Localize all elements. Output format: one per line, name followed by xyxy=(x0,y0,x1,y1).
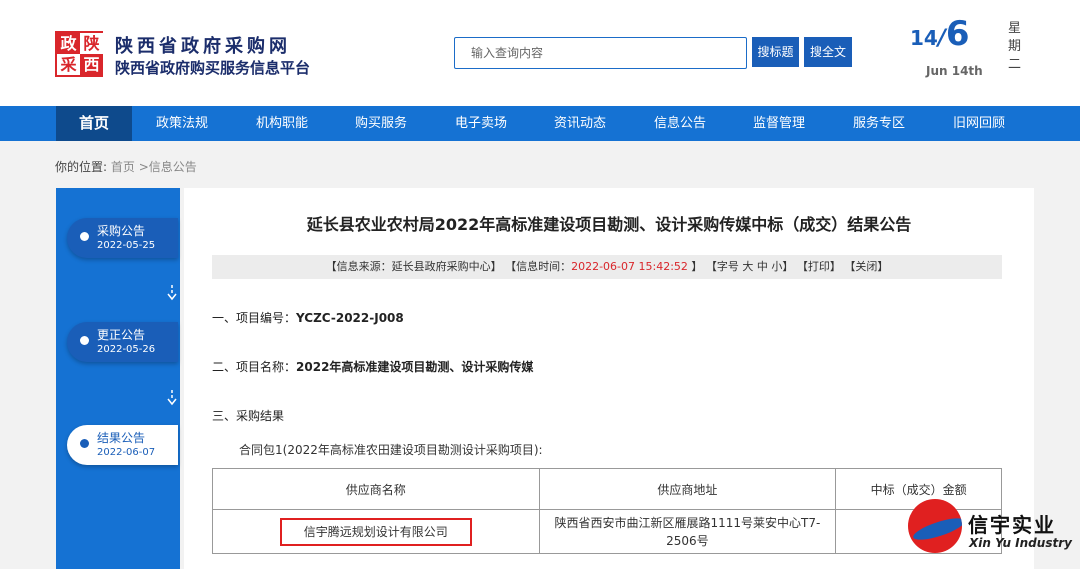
project-name-label: 二、项目名称： xyxy=(212,360,297,374)
logo-char: 陕 xyxy=(80,33,103,54)
arrow-down-icon xyxy=(167,285,177,301)
font-size-control[interactable]: 【字号 大 中 小】 xyxy=(706,260,794,273)
search-input[interactable] xyxy=(454,37,747,69)
nav-item-announcements[interactable]: 信息公告 xyxy=(641,106,719,141)
site-logo[interactable]: 政 陕 采 西 xyxy=(55,31,103,77)
breadcrumb-label: 你的位置: xyxy=(55,160,108,174)
nav-item-service-zone[interactable]: 服务专区 xyxy=(840,106,918,141)
dot-icon xyxy=(80,232,89,241)
supplier-address: 陕西省西安市曲江新区雁展路1111号莱安中心T7-2506号 xyxy=(538,509,837,554)
watermark-logo-icon xyxy=(908,499,962,553)
sidebar-item-procurement-notice[interactable]: 采购公告 2022-05-25 xyxy=(67,218,178,258)
column-header: 供应商名称 xyxy=(212,468,540,510)
meta-time-label: 【信息时间： xyxy=(505,260,572,273)
print-link[interactable]: 【打印】 xyxy=(797,260,841,273)
weekday: 星期二 xyxy=(1008,21,1022,72)
nav-item-agency[interactable]: 机构职能 xyxy=(243,106,321,141)
sidebar-item-label: 结果公告 xyxy=(97,431,146,445)
result-table: 供应商名称 供应商地址 中标（成交）金额 信宇腾远规划设计有限公司 陕西省西安市… xyxy=(212,468,1002,554)
sidebar-item-date: 2022-05-25 xyxy=(97,240,156,251)
site-title[interactable]: 陕西省政府采购网 xyxy=(115,32,291,58)
notice-sidebar: 采购公告 2022-05-25 更正公告 2022-05-26 结果公告 202… xyxy=(56,188,180,569)
watermark-text: 信宇实业 xyxy=(968,513,1056,537)
article-title: 延长县农业农村局2022年高标准建设项目勘测、设计采购传媒中标（成交）结果公告 xyxy=(306,215,912,234)
nav-item-news[interactable]: 资讯动态 xyxy=(541,106,619,141)
arrow-down-icon xyxy=(167,390,177,406)
date-display: 14/6 xyxy=(910,14,970,54)
meta-source: 【信息来源：延长县政府采购中心】 xyxy=(325,260,502,273)
nav-item-supervision[interactable]: 监督管理 xyxy=(740,106,818,141)
meta-time-value: 2022-06-07 15:42:52 xyxy=(571,260,688,273)
project-name-value: 2022年高标准建设项目勘测、设计采购传媒 xyxy=(296,360,534,374)
date-slash: / xyxy=(937,26,946,51)
table-row: 信宇腾远规划设计有限公司 陕西省西安市曲江新区雁展路1111号莱安中心T7-25… xyxy=(212,509,1002,554)
column-header: 供应商地址 xyxy=(538,468,837,510)
date-english: Jun 14th xyxy=(926,64,983,78)
sidebar-item-correction-notice[interactable]: 更正公告 2022-05-26 xyxy=(67,322,178,362)
site-subtitle: 陕西省政府购买服务信息平台 xyxy=(115,59,311,77)
project-number-value: YCZC-2022-J008 xyxy=(296,311,404,325)
logo-char: 采 xyxy=(57,54,80,75)
site-header: 政 陕 采 西 陕西省政府采购网 陕西省政府购买服务信息平台 搜标题 搜全文 1… xyxy=(0,0,1080,106)
logo-char: 政 xyxy=(57,33,80,54)
breadcrumb: 你的位置: 首页 >信息公告 xyxy=(55,158,197,175)
project-number-label: 一、项目编号： xyxy=(212,311,297,325)
nav-item-old-site[interactable]: 旧网回顾 xyxy=(940,106,1018,141)
sidebar-item-label: 采购公告 xyxy=(97,224,146,238)
close-link[interactable]: 【关闭】 xyxy=(844,260,888,273)
logo-char: 西 xyxy=(80,54,103,75)
watermark-english: Xin Yu Industry xyxy=(969,536,1072,550)
nav-item-home[interactable]: 首页 xyxy=(56,106,132,141)
date-month: 14 xyxy=(910,26,938,50)
project-number: 一、项目编号：YCZC-2022-J008 xyxy=(212,309,404,326)
sidebar-item-date: 2022-05-26 xyxy=(97,344,156,355)
sidebar-item-result-notice[interactable]: 结果公告 2022-06-07 xyxy=(67,425,178,465)
supplier-name-cell: 信宇腾远规划设计有限公司 xyxy=(212,509,540,554)
table-header-row: 供应商名称 供应商地址 中标（成交）金额 xyxy=(212,468,1002,510)
dot-icon xyxy=(80,336,89,345)
sidebar-item-date: 2022-06-07 xyxy=(97,447,156,458)
procurement-result-heading: 三、采购结果 xyxy=(212,409,285,423)
nav-item-emall[interactable]: 电子卖场 xyxy=(442,106,520,141)
search-title-button[interactable]: 搜标题 xyxy=(752,37,799,67)
watermark-swoosh xyxy=(911,513,962,545)
supplier-name: 信宇腾远规划设计有限公司 xyxy=(279,517,472,546)
date-day: 6 xyxy=(945,14,970,54)
article-meta: 【信息来源：延长县政府采购中心】 【信息时间：2022-06-07 15:42:… xyxy=(212,255,1002,279)
nav-item-policy[interactable]: 政策法规 xyxy=(143,106,221,141)
breadcrumb-path[interactable]: 首页 >信息公告 xyxy=(111,160,197,174)
contract-package: 合同包1(2022年高标准农田建设项目勘测设计采购项目): xyxy=(239,443,543,457)
dot-icon xyxy=(80,439,89,448)
meta-time-close: 】 xyxy=(691,260,703,273)
search-fulltext-button[interactable]: 搜全文 xyxy=(804,37,852,67)
project-name: 二、项目名称：2022年高标准建设项目勘测、设计采购传媒 xyxy=(212,358,533,375)
article-panel: 延长县农业农村局2022年高标准建设项目勘测、设计采购传媒中标（成交）结果公告 … xyxy=(184,188,1034,569)
sidebar-item-label: 更正公告 xyxy=(97,328,146,342)
main-nav: 首页 政策法规 机构职能 购买服务 电子卖场 资讯动态 信息公告 监督管理 服务… xyxy=(0,106,1080,141)
nav-item-purchase-service[interactable]: 购买服务 xyxy=(342,106,420,141)
